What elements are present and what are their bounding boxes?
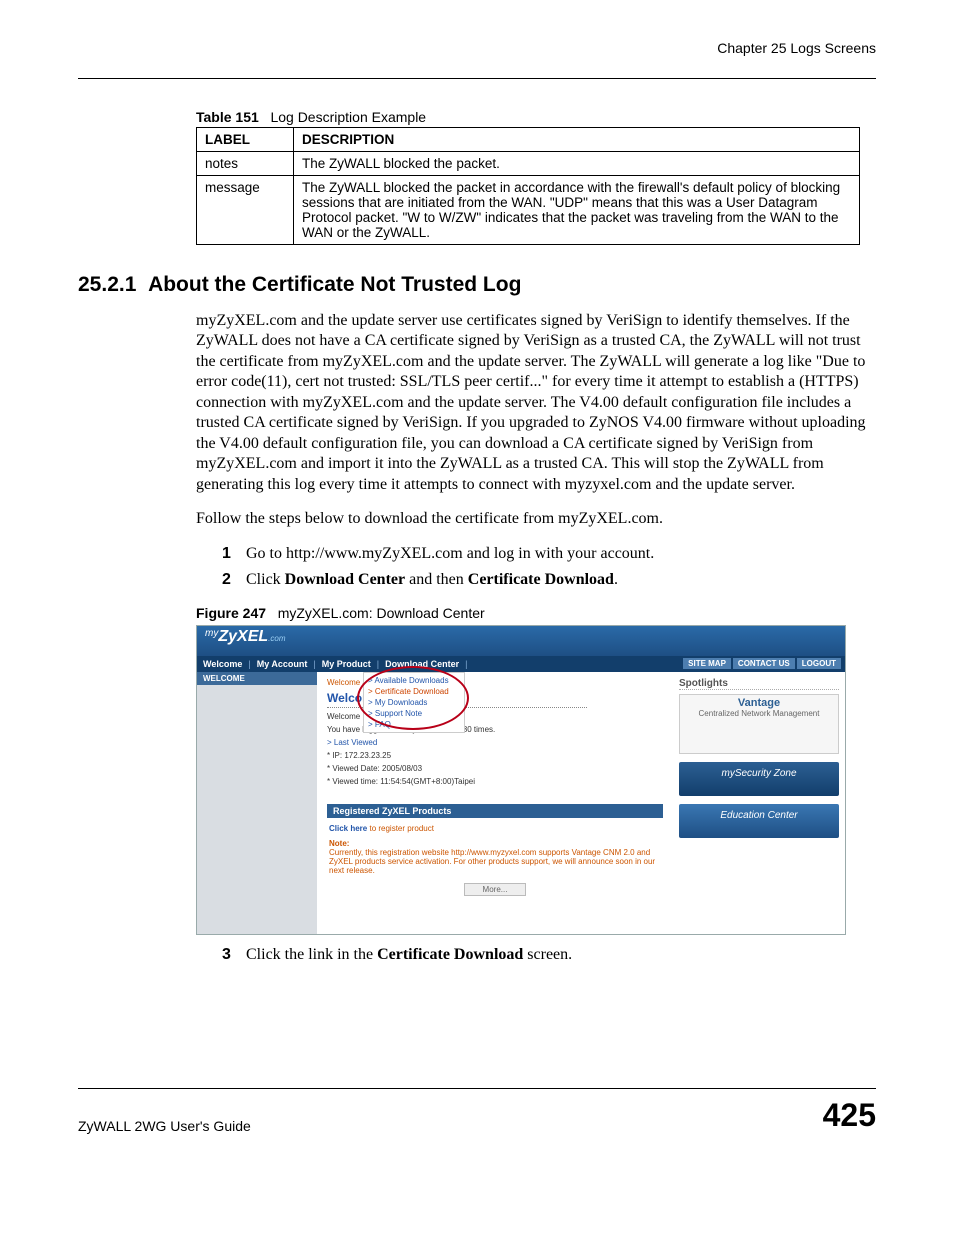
dd-available[interactable]: > Available Downloads	[368, 675, 460, 686]
cell-label: notes	[197, 152, 294, 176]
screenshot-download-center: myZyXEL.com Welcome| My Account| My Prod…	[196, 625, 846, 935]
col-description: DESCRIPTION	[294, 128, 860, 152]
nav-welcome[interactable]: Welcome	[203, 659, 242, 669]
figure-number: Figure 247	[196, 605, 266, 621]
dd-mydownloads[interactable]: > My Downloads	[368, 697, 460, 708]
table-number: Table 151	[196, 109, 259, 125]
nav-account[interactable]: My Account	[257, 659, 308, 669]
ss-time: * Viewed time: 11:54:54(GMT+8:00)Taipei	[327, 777, 663, 786]
nav-download[interactable]: Download Center	[385, 659, 459, 669]
section-heading: 25.2.1 About the Certificate Not Trusted…	[78, 273, 876, 297]
ss-click-here-link[interactable]: Click here	[329, 824, 367, 833]
ss-tile-education[interactable]: Education Center	[679, 804, 839, 838]
body-paragraph: myZyXEL.com and the update server use ce…	[196, 311, 876, 495]
step-3: Click the link in the Certificate Downlo…	[222, 945, 876, 966]
log-description-table: LABEL DESCRIPTION notes The ZyWALL block…	[196, 127, 860, 245]
footer-guide-name: ZyWALL 2WG User's Guide	[78, 1118, 251, 1134]
table-row: message The ZyWALL blocked the packet in…	[197, 176, 860, 245]
chapter-label: Chapter 25 Logs Screens	[78, 40, 876, 60]
step-1: Go to http://www.myZyXEL.com and log in …	[222, 544, 876, 565]
nav-logout[interactable]: LOGOUT	[797, 658, 841, 669]
table-row: notes The ZyWALL blocked the packet.	[197, 152, 860, 176]
steps-list: Go to http://www.myZyXEL.com and log in …	[222, 544, 876, 592]
figure-title: myZyXEL.com: Download Center	[278, 605, 485, 621]
body-paragraph: Follow the steps below to download the c…	[196, 509, 876, 529]
dd-support[interactable]: > Support Note	[368, 708, 460, 719]
ss-topbar: myZyXEL.com	[197, 626, 845, 656]
col-label: LABEL	[197, 128, 294, 152]
ss-date: * Viewed Date: 2005/08/03	[327, 764, 663, 773]
ss-left-panel: WELCOME	[197, 672, 317, 934]
ss-tile-vantage[interactable]: Vantage Centralized Network Management	[679, 694, 839, 754]
ss-ip: * IP: 172.23.23.25	[327, 751, 663, 760]
ss-spotlights: Spotlights	[679, 678, 839, 690]
table-header-row: LABEL DESCRIPTION	[197, 128, 860, 152]
cell-desc: The ZyWALL blocked the packet.	[294, 152, 860, 176]
nav-sitemap[interactable]: SITE MAP	[683, 658, 731, 669]
ss-dropdown-menu: > Available Downloads > Certificate Down…	[363, 672, 465, 733]
ss-nav-right: SITE MAP CONTACT US LOGOUT	[683, 658, 841, 669]
table-title: Log Description Example	[270, 109, 426, 125]
zyxel-logo: myZyXEL.com	[205, 628, 285, 646]
section-title: About the Certificate Not Trusted Log	[148, 273, 521, 296]
ss-note-body: Currently, this registration website htt…	[329, 848, 661, 875]
table-caption: Table 151 Log Description Example	[196, 109, 876, 125]
ss-right-panel: Spotlights Vantage Centralized Network M…	[673, 672, 845, 934]
header-rule	[78, 78, 876, 79]
figure-caption: Figure 247 myZyXEL.com: Download Center	[196, 605, 876, 621]
ss-last-viewed: > Last Viewed	[327, 738, 663, 747]
ss-note-h: Note:	[329, 839, 349, 848]
nav-product[interactable]: My Product	[322, 659, 371, 669]
steps-list-cont: Click the link in the Certificate Downlo…	[222, 945, 876, 966]
dd-certificate[interactable]: > Certificate Download	[368, 686, 460, 697]
step-2: Click Download Center and then Certifica…	[222, 570, 876, 591]
cell-label: message	[197, 176, 294, 245]
nav-contact[interactable]: CONTACT US	[733, 658, 795, 669]
cell-desc: The ZyWALL blocked the packet in accorda…	[294, 176, 860, 245]
ss-more-button[interactable]: More...	[464, 883, 527, 896]
ss-tile-security[interactable]: mySecurity Zone	[679, 762, 839, 796]
section-number: 25.2.1	[78, 273, 136, 296]
footer-page-number: 425	[823, 1097, 876, 1134]
ss-left-welcome[interactable]: WELCOME	[197, 672, 317, 685]
ss-reg-header: Registered ZyXEL Products	[327, 804, 663, 818]
dd-faq[interactable]: > FAQ	[368, 719, 460, 730]
page-footer: ZyWALL 2WG User's Guide 425	[78, 1088, 876, 1134]
